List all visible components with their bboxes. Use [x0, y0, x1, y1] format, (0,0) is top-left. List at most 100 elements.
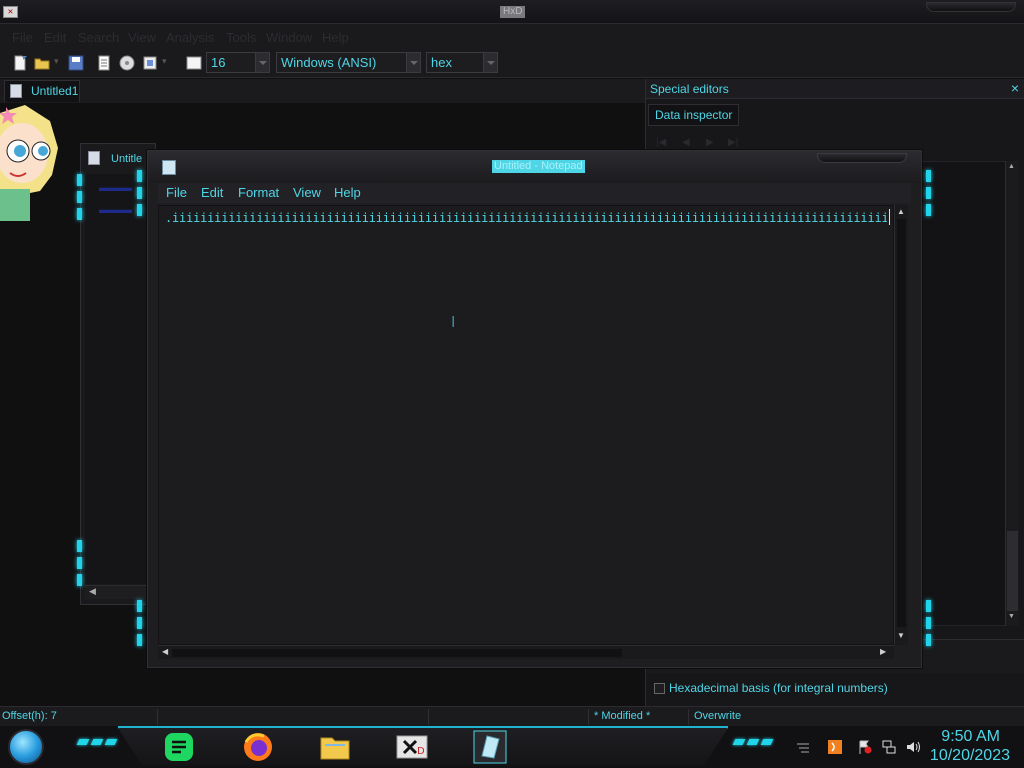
menu-tools[interactable]: Tools	[226, 30, 256, 45]
hxd-menu-bar: File Edit Search View Analysis Tools Win…	[0, 24, 1024, 48]
hxd-window-title: HxD	[500, 6, 526, 18]
open-dropdown-icon[interactable]: ▾	[54, 56, 60, 70]
notepad-title-bar[interactable]: Untitled - Notepad	[148, 151, 921, 183]
notepad-menu-edit[interactable]: Edit	[201, 185, 223, 200]
bytes-per-row-value: 16	[211, 55, 226, 70]
last-icon[interactable]: ▶|	[728, 137, 738, 148]
java-update-icon[interactable]	[828, 740, 842, 754]
frame-glow-decoration	[137, 170, 142, 182]
hxd-status-bar: Offset(h): 7 * Modified * Overwrite	[0, 706, 1024, 726]
hxd-editor-window[interactable]: Untitle ▬▬▬ ▬▬▬ ◀	[80, 143, 156, 605]
clock-date[interactable]: 10/20/2023	[930, 747, 1010, 765]
frame-glow-decoration	[137, 617, 142, 629]
chevron-down-icon[interactable]	[483, 53, 497, 72]
menu-window[interactable]: Window	[266, 30, 312, 45]
hex-editor-area[interactable]: ▬▬▬ ▬▬▬	[85, 174, 151, 584]
hxd-title-bar[interactable]: ✕ HxD	[0, 0, 1024, 24]
scroll-thumb[interactable]	[172, 649, 622, 657]
notepad-vertical-scrollbar[interactable]: ▲ ▼	[894, 205, 908, 645]
firefox-icon[interactable]	[241, 730, 275, 764]
clock-time[interactable]: 9:50 AM	[941, 728, 1000, 746]
show-hidden-icons-icon[interactable]	[796, 740, 810, 754]
notepad-menu-bar: File Edit Format View Help	[158, 183, 911, 203]
notepad-menu-view[interactable]: View	[293, 185, 321, 200]
status-mode: Overwrite	[694, 710, 742, 722]
scroll-up-icon[interactable]: ▲	[1008, 163, 1015, 170]
first-icon[interactable]: |◀	[656, 137, 666, 148]
hxd-app-icon[interactable]: ✕	[3, 6, 18, 18]
data-inspector-navigation: |◀ ◀ ▶ ▶|	[656, 137, 746, 151]
taskbar-glow-decoration	[76, 739, 90, 745]
frame-glow-decoration	[137, 187, 142, 199]
close-icon[interactable]: ×	[1011, 80, 1019, 96]
file-explorer-icon[interactable]	[318, 730, 352, 764]
notepad-icon[interactable]	[162, 160, 176, 175]
data-inspector-scrollbar[interactable]: ▲ ▼	[1005, 161, 1019, 626]
notepad-icon[interactable]	[473, 730, 507, 764]
scroll-right-icon[interactable]: ▶	[880, 647, 886, 656]
notepad-menu-file[interactable]: File	[166, 185, 187, 200]
taskbar-glow-decoration	[104, 739, 118, 745]
offset-column-header: ▬▬▬	[99, 182, 132, 194]
notepad-menu-format[interactable]: Format	[238, 185, 279, 200]
disk-image-icon[interactable]	[119, 55, 135, 71]
new-file-icon[interactable]	[12, 55, 28, 71]
chevron-down-icon[interactable]	[406, 53, 420, 72]
tab-label: Untitled1	[31, 84, 79, 98]
tab-data-inspector[interactable]: Data inspector	[648, 104, 740, 126]
window-caption-buttons[interactable]	[926, 2, 1016, 12]
hxd-document-tabs: Untitled1	[0, 79, 645, 103]
volume-icon[interactable]	[906, 740, 920, 754]
next-icon[interactable]: ▶	[706, 137, 714, 148]
status-divider	[688, 709, 689, 725]
editor-window-title: Untitle	[111, 153, 143, 165]
status-modified: * Modified *	[594, 710, 651, 722]
special-editors-title: Special editors	[650, 82, 729, 96]
charset-select[interactable]: Windows (ANSI)	[276, 52, 421, 73]
scroll-down-icon[interactable]: ▼	[1008, 613, 1015, 620]
frame-glow-decoration	[77, 540, 82, 552]
menu-edit[interactable]: Edit	[44, 30, 66, 45]
more-dropdown-icon[interactable]: ▾	[162, 56, 168, 70]
scroll-down-icon[interactable]: ▼	[897, 631, 905, 640]
menu-file[interactable]: File	[12, 30, 33, 45]
scroll-thumb[interactable]	[1007, 531, 1018, 611]
window-caption-buttons[interactable]	[817, 153, 907, 163]
frame-glow-decoration	[77, 191, 82, 203]
hex-basis-label[interactable]: Hexadecimal basis (for integral numbers)	[669, 681, 888, 695]
bytes-per-row-select[interactable]: 16	[206, 52, 270, 73]
hex-document-icon	[88, 151, 100, 165]
scroll-left-icon[interactable]: ◀	[162, 647, 168, 656]
menu-view[interactable]: View	[128, 30, 156, 45]
notepad-menu-help[interactable]: Help	[334, 185, 361, 200]
offset-base-select[interactable]: hex	[426, 52, 498, 73]
menu-help[interactable]: Help	[322, 30, 349, 45]
hex-basis-checkbox[interactable]	[654, 683, 665, 694]
frame-glow-decoration	[926, 617, 931, 629]
scroll-thumb[interactable]	[897, 219, 906, 627]
action-center-flag-icon[interactable]	[858, 740, 872, 754]
scroll-up-icon[interactable]: ▲	[897, 207, 905, 216]
chevron-down-icon[interactable]	[255, 53, 269, 72]
status-divider	[157, 709, 158, 725]
previous-icon[interactable]: ◀	[682, 137, 690, 148]
scroll-left-icon[interactable]: ◀	[89, 586, 96, 597]
start-button[interactable]	[8, 729, 44, 765]
special-editors-header: Special editors ×	[646, 79, 1024, 99]
ram-editor-icon[interactable]	[142, 55, 158, 71]
open-folder-icon[interactable]	[34, 55, 50, 71]
notepad-window[interactable]: Untitled - Notepad File Edit Format View…	[147, 150, 922, 668]
menu-analysis[interactable]: Analysis	[166, 30, 214, 45]
offset-row: ▬▬▬	[99, 204, 132, 216]
tab-untitled1[interactable]: Untitled1	[4, 80, 80, 102]
save-icon[interactable]	[68, 55, 84, 71]
editor-horizontal-scrollbar[interactable]: ◀	[85, 585, 151, 599]
notepad-horizontal-scrollbar[interactable]: ◀ ▶	[158, 645, 894, 659]
notepad-text-area[interactable]: .iiiiiiiiiiiiiiiiiiiiiiiiiiiiiiiiiiiiiii…	[158, 205, 894, 645]
frame-glow-decoration	[926, 634, 931, 646]
hxd-icon[interactable]: D	[395, 730, 429, 764]
network-icon[interactable]	[882, 740, 896, 754]
copy-document-icon[interactable]	[96, 55, 112, 71]
menu-search[interactable]: Search	[78, 30, 119, 45]
notes-app-icon[interactable]	[162, 730, 196, 764]
